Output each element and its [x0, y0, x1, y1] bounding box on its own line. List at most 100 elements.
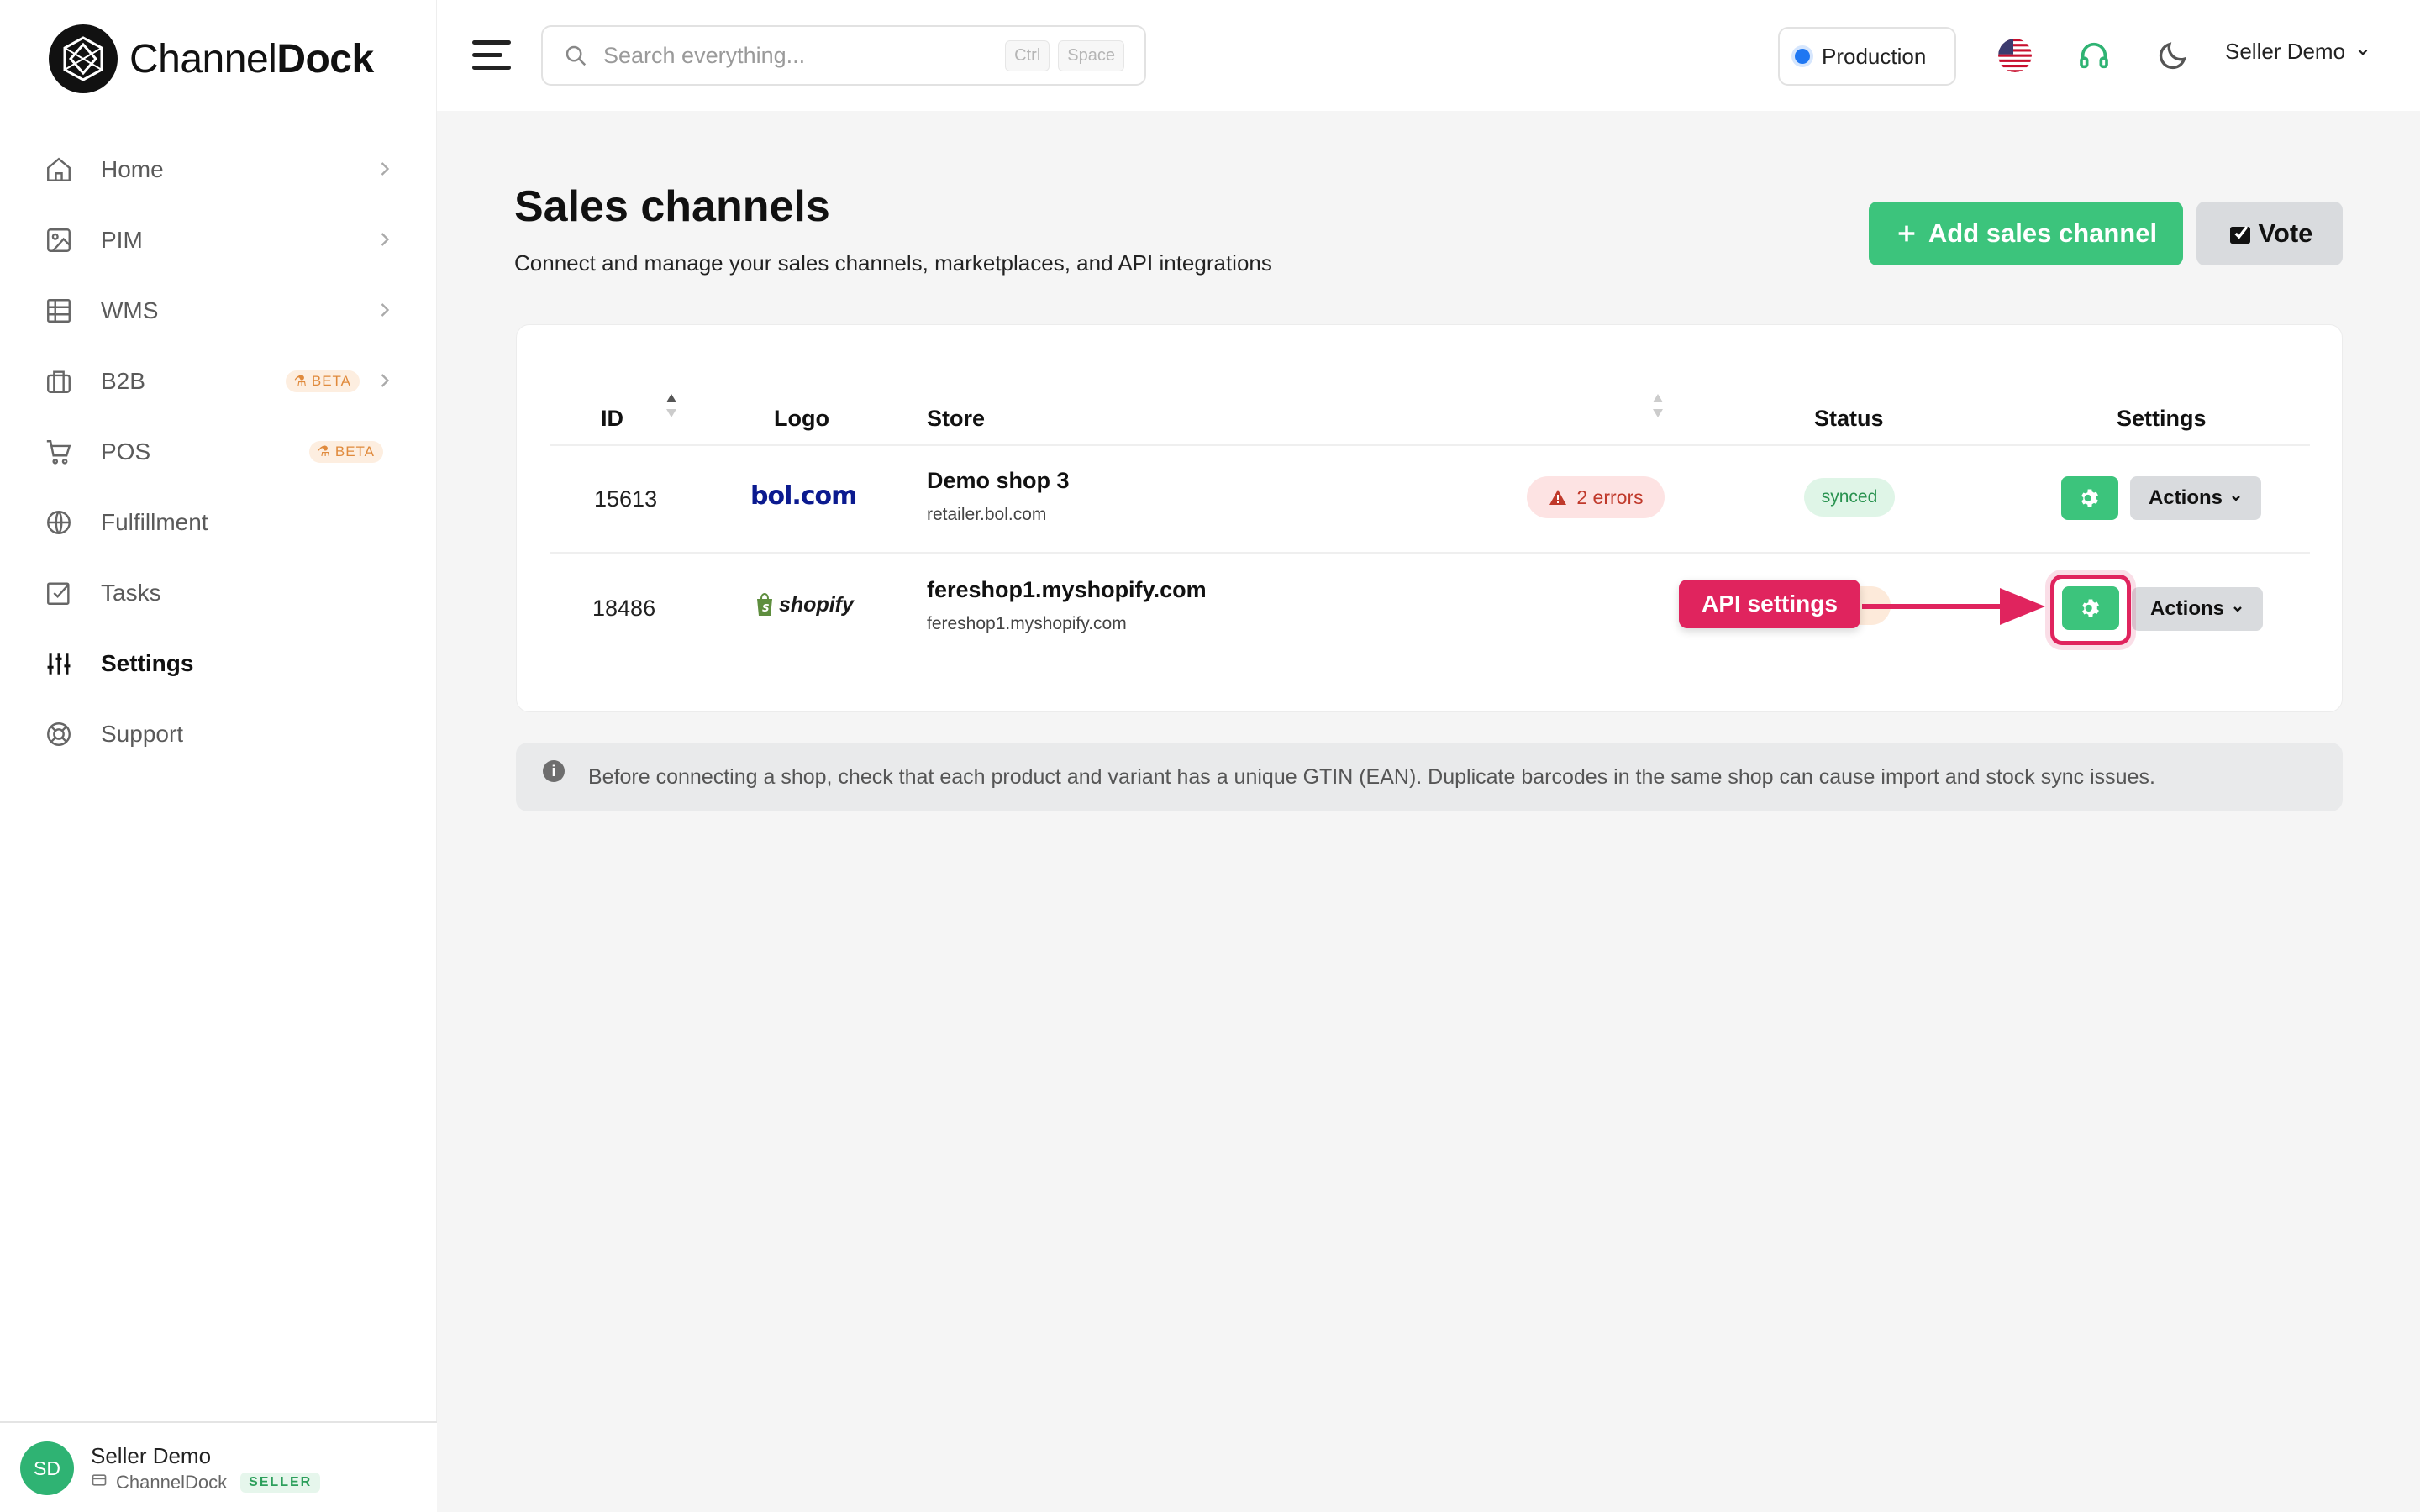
chevron-right-icon	[381, 374, 390, 387]
pointer-arrow	[1862, 588, 2045, 625]
chevron-right-icon	[381, 233, 390, 246]
sidebar-item-label: POS	[101, 438, 151, 465]
brand-name: ChannelDock	[129, 36, 374, 81]
column-header-logo: Logo	[774, 406, 829, 431]
store-name[interactable]: fereshop1.myshopify.com	[927, 577, 1207, 603]
gtin-info-notice: i Before connecting a shop, check that e…	[516, 743, 2343, 811]
headset-icon[interactable]	[2077, 39, 2111, 72]
chevron-right-icon	[381, 303, 390, 317]
search-placeholder: Search everything...	[603, 42, 806, 68]
store-url: retailer.bol.com	[927, 505, 1047, 524]
vote-button[interactable]: Vote	[2196, 202, 2343, 265]
chevron-down-icon	[2358, 49, 2368, 55]
chevron-down-icon	[2232, 496, 2240, 501]
account-menu[interactable]: Seller Demo	[2225, 39, 2370, 65]
row-divider	[550, 444, 2310, 446]
sidebar: ChannelDock Home PIM WMS B2B ⚗ BETA POS …	[0, 0, 437, 1512]
sidebar-item-pim[interactable]: PIM	[30, 205, 408, 276]
sidebar-item-settings[interactable]: Settings	[30, 628, 408, 699]
sidebar-item-pos[interactable]: POS ⚗ BETA	[30, 417, 408, 487]
search-input[interactable]: Search everything... Ctrl Space	[541, 25, 1146, 86]
status-badge: synced	[1804, 478, 1895, 517]
cart-icon	[44, 437, 74, 467]
globe-icon	[44, 507, 74, 538]
row-id: 15613	[594, 486, 658, 512]
store-name[interactable]: Demo shop 3	[927, 468, 1070, 494]
column-header-id[interactable]: ID	[601, 406, 623, 432]
page-title: Sales channels	[514, 182, 830, 231]
menu-icon[interactable]	[471, 35, 513, 76]
settings-gear-button[interactable]	[2061, 476, 2118, 520]
role-badge: SELLER	[240, 1473, 321, 1493]
sales-channels-table: ID Logo Store Status Settings 15613 bol.…	[516, 324, 2343, 712]
briefcase-icon	[44, 366, 74, 396]
sidebar-item-b2b[interactable]: B2B ⚗ BETA	[30, 346, 408, 417]
flask-icon: ⚗	[293, 373, 308, 389]
environment-status-dot	[1795, 49, 1810, 64]
building-icon	[91, 1472, 108, 1494]
grid-icon	[44, 296, 74, 326]
checkbox-icon	[44, 578, 74, 608]
sliders-icon	[44, 648, 74, 679]
bol-logo: bol.com	[750, 481, 857, 511]
actions-dropdown-button[interactable]: Actions	[2132, 587, 2263, 631]
row-divider	[550, 552, 2310, 554]
user-profile[interactable]: SD Seller Demo ChannelDock SELLER	[0, 1421, 437, 1512]
lifebuoy-icon	[44, 719, 74, 749]
environment-label: Production	[1822, 43, 1927, 69]
highlight-ring	[2050, 575, 2131, 645]
brand-logo[interactable]: ChannelDock	[49, 24, 374, 94]
sidebar-item-label: Home	[101, 156, 164, 182]
user-org: ChannelDock SELLER	[91, 1472, 321, 1494]
sidebar-item-label: PIM	[101, 227, 143, 253]
sort-icon[interactable]	[1651, 392, 1665, 419]
actions-dropdown-button[interactable]: Actions	[2130, 476, 2261, 520]
sidebar-item-label: Support	[101, 721, 184, 747]
user-name: Seller Demo	[91, 1443, 212, 1468]
beta-badge: ⚗ BETA	[285, 370, 360, 392]
chevron-right-icon	[381, 162, 390, 176]
image-icon	[44, 225, 74, 255]
vote-box-icon	[2229, 225, 2250, 244]
sidebar-item-home[interactable]: Home	[30, 134, 408, 205]
gear-icon	[2081, 489, 2098, 507]
shopify-logo: S shopify	[754, 592, 854, 617]
shopify-bag-icon: S	[757, 592, 772, 616]
column-header-settings: Settings	[2117, 406, 2207, 431]
flask-icon: ⚗	[317, 444, 331, 459]
chevron-down-icon	[2233, 606, 2242, 612]
sidebar-item-support[interactable]: Support	[30, 699, 408, 769]
sidebar-item-tasks[interactable]: Tasks	[30, 558, 408, 628]
errors-badge[interactable]: 2 errors	[1527, 476, 1665, 518]
sidebar-item-fulfillment[interactable]: Fulfillment	[30, 487, 408, 558]
us-flag-icon[interactable]	[1998, 39, 2032, 72]
column-header-store: Store	[927, 406, 986, 431]
sort-icon[interactable]	[665, 392, 678, 419]
sidebar-item-label: B2B	[101, 368, 145, 394]
sidebar-item-wms[interactable]: WMS	[30, 276, 408, 346]
svg-text:S: S	[762, 602, 770, 614]
shortcut-key-ctrl: Ctrl	[1005, 39, 1050, 71]
avatar: SD	[20, 1441, 74, 1495]
sidebar-item-label: Settings	[101, 650, 194, 676]
search-icon	[566, 45, 587, 66]
sidebar-item-label: WMS	[101, 297, 159, 323]
add-sales-channel-button[interactable]: Add sales channel	[1869, 202, 2183, 265]
store-url: fereshop1.myshopify.com	[927, 614, 1127, 633]
moon-icon[interactable]	[2156, 39, 2190, 72]
sidebar-nav: Home PIM WMS B2B ⚗ BETA POS ⚗ BETA Fulfi…	[30, 134, 408, 769]
environment-button[interactable]: Production	[1778, 27, 1956, 86]
beta-badge: ⚗ BETA	[308, 441, 383, 463]
api-settings-callout: API settings	[1679, 580, 1860, 628]
info-text: Before connecting a shop, check that eac…	[588, 764, 2155, 789]
plus-icon	[1898, 225, 1915, 242]
account-name: Seller Demo	[2225, 39, 2346, 64]
shortcut-key-space: Space	[1058, 39, 1124, 71]
warning-icon	[1549, 490, 1567, 505]
row-id: 18486	[592, 596, 656, 621]
sidebar-item-label: Fulfillment	[101, 509, 208, 535]
page-subtitle: Connect and manage your sales channels, …	[514, 250, 1272, 276]
home-icon	[44, 155, 74, 185]
top-header: Search everything... Ctrl Space Producti…	[437, 0, 2420, 111]
channeldock-logo-icon	[49, 24, 118, 93]
